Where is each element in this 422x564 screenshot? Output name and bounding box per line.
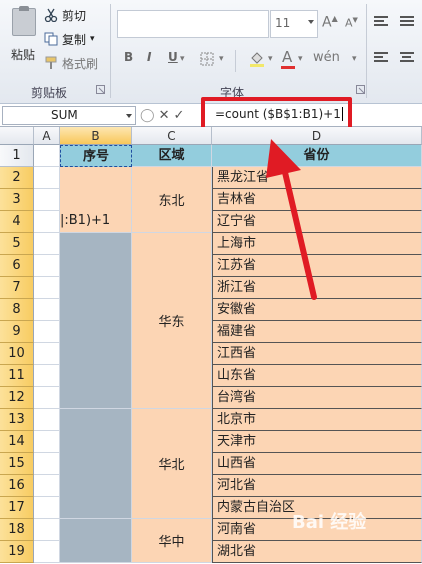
annotation-arrow — [266, 139, 317, 300]
watermark-text: Bai 经验 — [292, 512, 367, 533]
watermark: Bai 经验 — [292, 508, 366, 534]
